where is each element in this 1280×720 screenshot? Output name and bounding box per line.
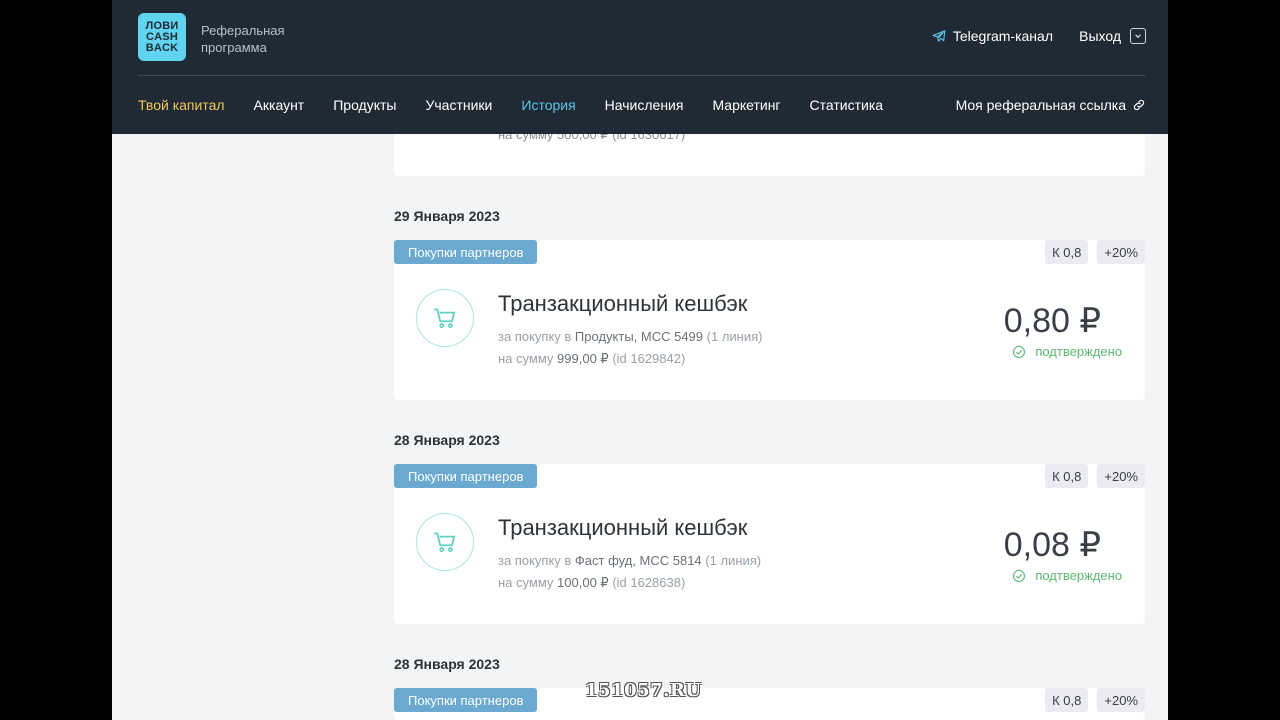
bonus-badge: +20% xyxy=(1097,464,1145,488)
transaction-sum-line: на сумму 100,00 ₽ (id 1628638) xyxy=(498,575,685,591)
coefficient-pills: К 0,8 +20% xyxy=(1045,464,1145,488)
status-label: подтверждено xyxy=(1035,344,1122,359)
logo-line-1: ЛОВИ xyxy=(145,19,179,32)
coefficient-pills: К 0,8 +20% xyxy=(1045,240,1145,264)
merchant-suffix: (1 линия) xyxy=(706,329,763,344)
brand-subtitle: Реферальная программа xyxy=(201,23,285,55)
nav-item-account[interactable]: Аккаунт xyxy=(254,97,305,113)
sum-id: (id 1629842) xyxy=(612,351,686,366)
status-label: подтверждено xyxy=(1035,568,1122,583)
brand-logo[interactable]: ЛОВИ CASH BACK xyxy=(138,13,186,61)
transaction-title: Транзакционный кешбэк xyxy=(498,515,748,540)
shopping-cart-icon xyxy=(416,513,474,571)
status-badge: подтверждено xyxy=(1012,568,1122,583)
nav-item-accruals[interactable]: Начисления xyxy=(605,97,684,113)
main-nav: Твой капитал Аккаунт Продукты Участники … xyxy=(138,97,883,113)
link-icon xyxy=(1132,98,1146,112)
coefficient-badge: К 0,8 xyxy=(1045,464,1089,488)
transaction-title: Транзакционный кешбэк xyxy=(498,291,748,316)
referral-link-button[interactable]: Моя реферальная ссылка xyxy=(956,97,1146,113)
status-badge: подтверждено xyxy=(1012,344,1122,359)
coefficient-badge: К 0,8 xyxy=(1045,240,1089,264)
bonus-badge: +20% xyxy=(1097,688,1145,712)
transaction-merchant-line: за покупку в Продукты, MCC 5499 (1 линия… xyxy=(498,329,762,344)
merchant-suffix: (1 линия) xyxy=(705,553,762,568)
telegram-channel-link[interactable]: Telegram-канал xyxy=(932,28,1053,44)
nav-item-participants[interactable]: Участники xyxy=(425,97,492,113)
merchant-value: Продукты, MCC 5499 xyxy=(574,329,704,344)
merchant-prefix: за покупку в xyxy=(498,553,572,568)
group-date: 28 Января 2023 xyxy=(394,656,500,672)
cashback-amount: 0,08 ₽ xyxy=(1003,526,1101,564)
bonus-badge: +20% xyxy=(1097,240,1145,264)
header-divider xyxy=(138,75,1146,76)
nav-item-statistics[interactable]: Статистика xyxy=(810,97,884,113)
chevron-down-icon xyxy=(1130,28,1146,44)
sum-value: 999,00 ₽ xyxy=(557,351,609,366)
nav-item-marketing[interactable]: Маркетинг xyxy=(712,97,780,113)
group-date: 29 Января 2023 xyxy=(394,208,500,224)
nav-item-products[interactable]: Продукты xyxy=(333,97,396,113)
logo-line-3: BACK xyxy=(145,41,179,54)
cashback-amount: 0,80 ₽ xyxy=(1003,302,1101,340)
telegram-link-label: Telegram-канал xyxy=(952,28,1053,44)
logout-label: Выход xyxy=(1079,28,1121,44)
nav-item-history[interactable]: История xyxy=(521,97,575,113)
logout-button[interactable]: Выход xyxy=(1079,28,1146,44)
logo-line-2: CASH xyxy=(146,30,178,43)
sum-prefix: на сумму xyxy=(498,351,554,366)
transaction-sum-line: на сумму 999,00 ₽ (id 1629842) xyxy=(498,351,685,367)
category-tag: Покупки партнеров xyxy=(394,464,538,488)
transaction-card[interactable]: Транзакционный кешбэк за покупку в Фаст … xyxy=(394,464,1145,624)
category-tag: Покупки партнеров xyxy=(394,688,538,712)
group-date: 28 Января 2023 xyxy=(394,432,500,448)
sum-value: 100,00 ₽ xyxy=(557,575,609,590)
check-circle-icon xyxy=(1012,345,1026,359)
merchant-prefix: за покупку в xyxy=(498,329,572,344)
shopping-cart-icon xyxy=(416,289,474,347)
category-tag: Покупки партнеров xyxy=(394,240,538,264)
app-viewport: ЛОВИ CASH BACK Реферальная программа Tel… xyxy=(112,0,1168,720)
telegram-icon xyxy=(932,29,946,43)
transaction-card[interactable]: Транзакционный кешбэк за покупку в Проду… xyxy=(394,240,1145,400)
watermark: 151057.RU xyxy=(585,680,702,701)
merchant-value: Фаст фуд, MCC 5814 xyxy=(574,553,702,568)
coefficient-pills: К 0,8 +20% xyxy=(1045,688,1145,712)
check-circle-icon xyxy=(1012,569,1026,583)
coefficient-badge: К 0,8 xyxy=(1045,688,1089,712)
referral-link-label: Моя реферальная ссылка xyxy=(955,97,1126,113)
transaction-merchant-line: за покупку в Фаст фуд, MCC 5814 (1 линия… xyxy=(498,553,761,568)
sum-id: (id 1628638) xyxy=(612,575,686,590)
top-header: ЛОВИ CASH BACK Реферальная программа Tel… xyxy=(112,0,1168,134)
sum-prefix: на сумму xyxy=(498,575,554,590)
nav-item-capital[interactable]: Твой капитал xyxy=(138,97,225,113)
